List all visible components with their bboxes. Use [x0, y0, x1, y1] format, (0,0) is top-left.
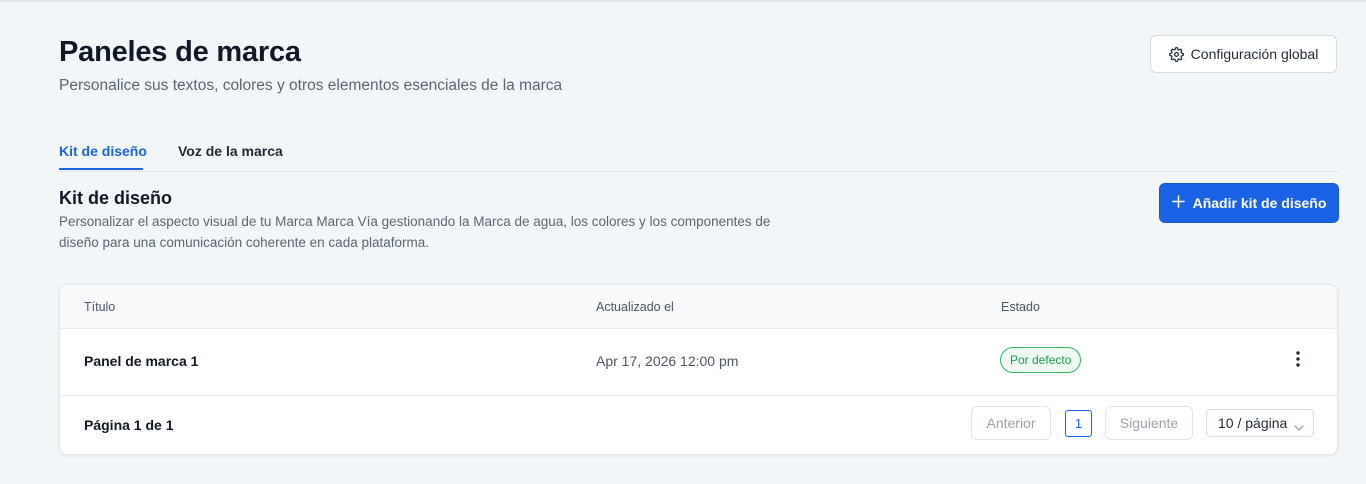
section-title: Kit de diseño: [59, 188, 173, 208]
add-design-kit-label: Añadir kit de diseño: [1192, 195, 1327, 211]
kebab-menu-icon: [1296, 350, 1300, 372]
plus-icon: [1171, 195, 1185, 211]
column-header-updated: Actualizado el: [596, 300, 674, 314]
tab-bar: Kit de diseño Voz de la marca: [59, 133, 1338, 172]
global-config-label: Configuración global: [1190, 46, 1319, 62]
add-design-kit-button[interactable]: Añadir kit de diseño: [1159, 183, 1339, 223]
tab-design-kit[interactable]: Kit de diseño: [59, 143, 147, 170]
column-header-title: Título: [84, 300, 116, 314]
tab-design-kit-label: Kit de diseño: [59, 143, 147, 159]
page-subtitle: Personalice sus textos, colores y otros …: [59, 77, 563, 94]
current-page-button[interactable]: 1: [1065, 410, 1092, 437]
pagination-bar: Página 1 de 1 Anterior 1 Siguiente 10 / …: [60, 395, 1337, 454]
table-header: Título Actualizado el Estado: [60, 285, 1337, 329]
previous-page-button[interactable]: Anterior: [971, 406, 1051, 440]
design-kit-table: Título Actualizado el Estado Panel de ma…: [59, 284, 1338, 455]
page-size-value: 10 / página: [1218, 415, 1288, 431]
gear-icon: [1168, 46, 1184, 62]
page-title: Paneles de marca: [59, 36, 301, 68]
section-description: Personalizar el aspecto visual de tu Mar…: [59, 214, 771, 250]
top-divider: [0, 0, 1366, 2]
status-badge: Por defecto: [1000, 347, 1082, 373]
tab-brand-voice-label: Voz de la marca: [178, 143, 283, 159]
table-row[interactable]: Panel de marca 1 Apr 17, 2026 12:00 pm P…: [60, 328, 1337, 396]
row-actions-button[interactable]: [1288, 350, 1308, 372]
row-updated-date: Apr 17, 2026 12:00 pm: [596, 353, 739, 369]
global-config-button[interactable]: Configuración global: [1150, 35, 1337, 73]
column-header-status: Estado: [1001, 300, 1040, 314]
next-page-button[interactable]: Siguiente: [1105, 406, 1193, 440]
tab-brand-voice[interactable]: Voz de la marca: [178, 143, 283, 159]
active-tab-indicator: [59, 168, 143, 170]
page-info: Página 1 de 1: [84, 417, 174, 433]
chevron-down-icon: [1294, 419, 1304, 435]
row-title: Panel de marca 1: [84, 353, 199, 369]
page-size-select[interactable]: 10 / página: [1206, 409, 1314, 437]
